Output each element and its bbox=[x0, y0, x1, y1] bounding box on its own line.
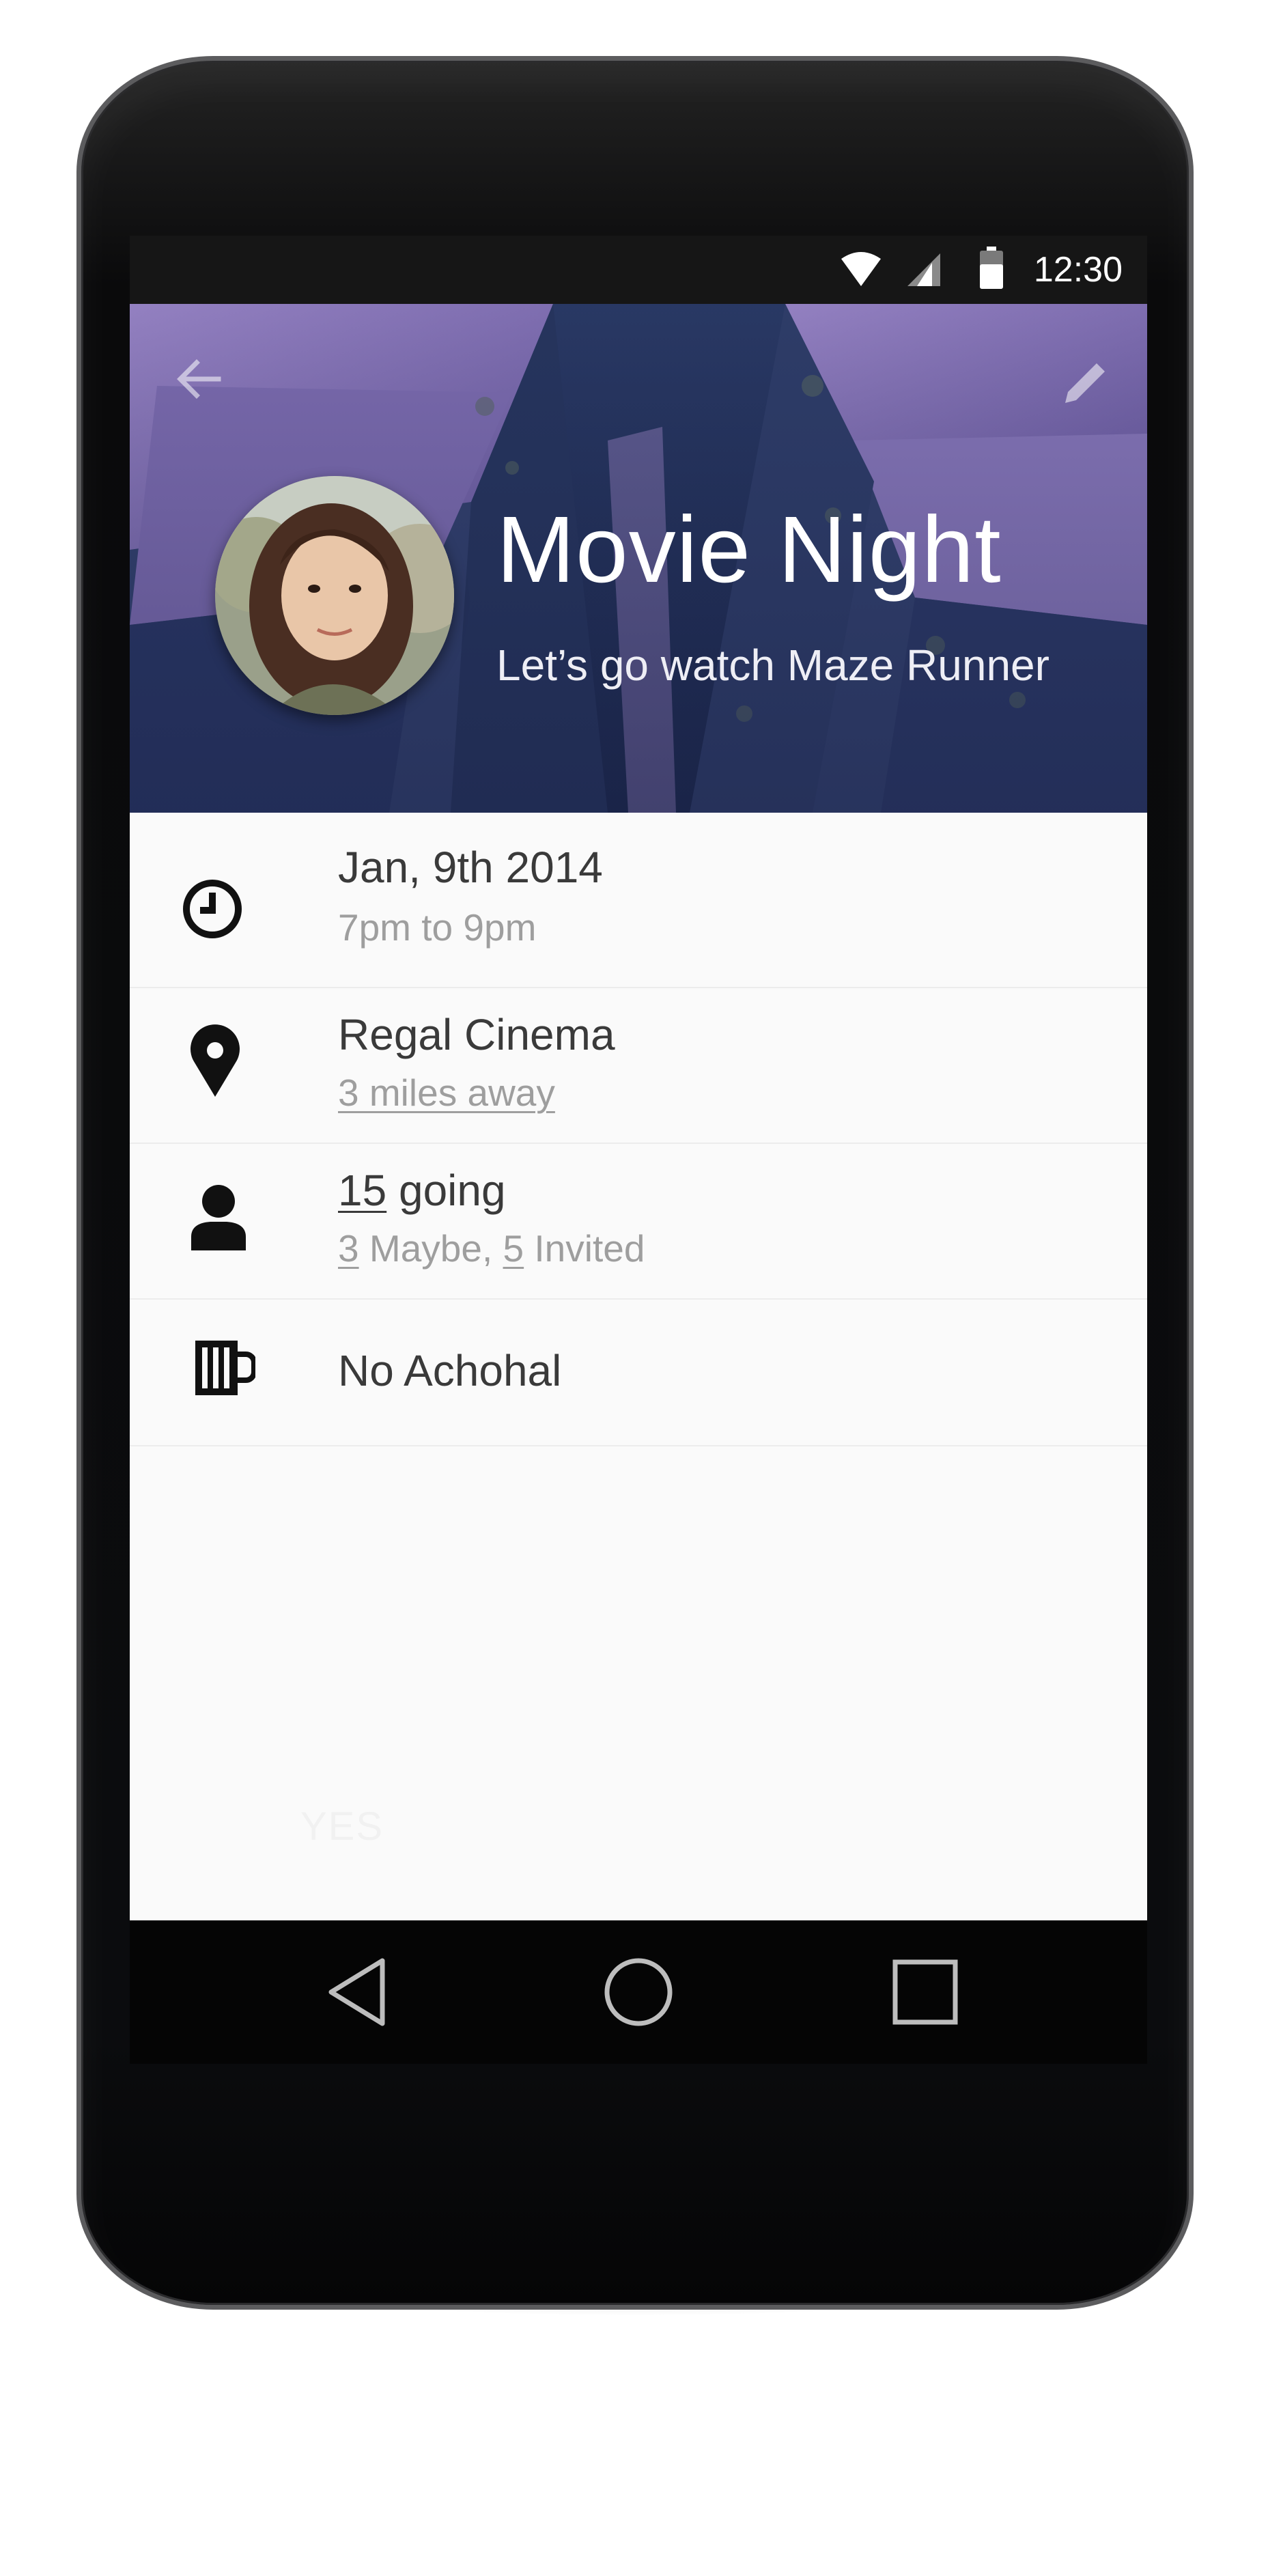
nav-recents-icon[interactable] bbox=[884, 1951, 966, 2033]
location-row[interactable]: Regal Cinema 3 miles away bbox=[130, 987, 1147, 1144]
pencil-icon[interactable] bbox=[1058, 355, 1113, 410]
attendees-row: 15 going 3 Maybe, 5 Invited bbox=[130, 1143, 1147, 1300]
clock-icon bbox=[181, 878, 244, 944]
going-count-link[interactable]: 15 bbox=[338, 1166, 386, 1215]
event-time: 7pm to 9pm bbox=[338, 906, 537, 949]
event-subtitle: Let’s go watch Maze Runner bbox=[496, 641, 1049, 690]
nav-home-icon[interactable] bbox=[597, 1951, 679, 2033]
battery-icon bbox=[980, 247, 1003, 292]
nav-back-icon[interactable] bbox=[318, 1951, 399, 2033]
yes-button[interactable]: YES bbox=[300, 1803, 384, 1851]
avatar bbox=[215, 476, 454, 715]
location-pin-icon bbox=[188, 1024, 242, 1103]
app-screen: 12:30 Movie Night Let’s go watch Maze Ru… bbox=[130, 236, 1147, 2059]
rsvp-summary: 3 Maybe, 5 Invited bbox=[338, 1226, 645, 1271]
going-label: going bbox=[386, 1166, 506, 1215]
invited-count-link[interactable]: 5 bbox=[503, 1227, 524, 1270]
navigation-bar bbox=[130, 1920, 1147, 2064]
venue-name: Regal Cinema bbox=[338, 1010, 615, 1059]
status-time: 12:30 bbox=[1033, 250, 1123, 290]
beer-mug-icon bbox=[193, 1338, 257, 1401]
date-row: Jan, 9th 2014 7pm to 9pm bbox=[130, 813, 1147, 988]
signal-icon bbox=[905, 251, 943, 292]
event-date: Jan, 9th 2014 bbox=[338, 843, 603, 892]
alcohol-policy: No Achohal bbox=[338, 1346, 562, 1395]
distance-link[interactable]: 3 miles away bbox=[338, 1070, 555, 1115]
maybe-count-link[interactable]: 3 bbox=[338, 1227, 359, 1270]
back-arrow-icon[interactable] bbox=[171, 352, 225, 406]
alcohol-row: No Achohal bbox=[130, 1298, 1147, 1446]
going-summary: 15 going bbox=[338, 1164, 506, 1216]
event-title: Movie Night bbox=[496, 497, 1002, 602]
event-header: Movie Night Let’s go watch Maze Runner bbox=[130, 304, 1147, 813]
person-icon bbox=[190, 1184, 247, 1255]
maybe-label: Maybe, bbox=[358, 1227, 503, 1270]
wifi-icon bbox=[840, 251, 882, 292]
invited-label: Invited bbox=[524, 1227, 645, 1270]
status-bar: 12:30 bbox=[130, 236, 1147, 304]
